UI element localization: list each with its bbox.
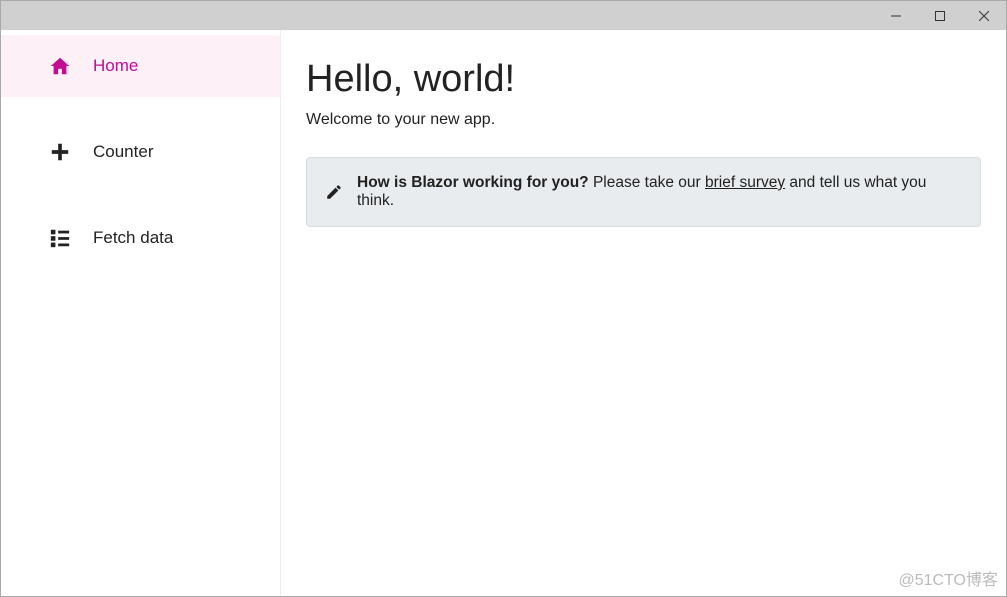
sidebar-item-label: Home [93, 56, 138, 76]
close-button[interactable] [962, 1, 1006, 30]
sidebar-item-label: Counter [93, 142, 153, 162]
window-controls [874, 1, 1006, 30]
survey-text: How is Blazor working for you? Please ta… [357, 174, 962, 210]
list-icon [49, 227, 71, 249]
home-icon [49, 55, 71, 77]
welcome-text: Welcome to your new app. [306, 111, 981, 129]
page-title: Hello, world! [306, 58, 981, 101]
pencil-icon [325, 183, 343, 201]
sidebar-item-counter[interactable]: Counter [1, 121, 280, 183]
main-content: Hello, world! Welcome to your new app. H… [281, 30, 1006, 596]
survey-banner: How is Blazor working for you? Please ta… [306, 157, 981, 227]
sidebar-item-home[interactable]: Home [1, 35, 280, 97]
app-body: Home Counter Fetch data Hello, [1, 30, 1006, 596]
minimize-button[interactable] [874, 1, 918, 30]
plus-icon [49, 141, 71, 163]
survey-prompt-bold: How is Blazor working for you? [357, 174, 589, 191]
maximize-button[interactable] [918, 1, 962, 30]
sidebar-item-label: Fetch data [93, 228, 173, 248]
watermark: @51CTO博客 [898, 566, 998, 590]
survey-prompt-before: Please take our [589, 174, 705, 191]
sidebar-item-fetch-data[interactable]: Fetch data [1, 207, 280, 269]
survey-link[interactable]: brief survey [705, 174, 785, 191]
titlebar [1, 1, 1006, 30]
sidebar: Home Counter Fetch data [1, 30, 281, 596]
